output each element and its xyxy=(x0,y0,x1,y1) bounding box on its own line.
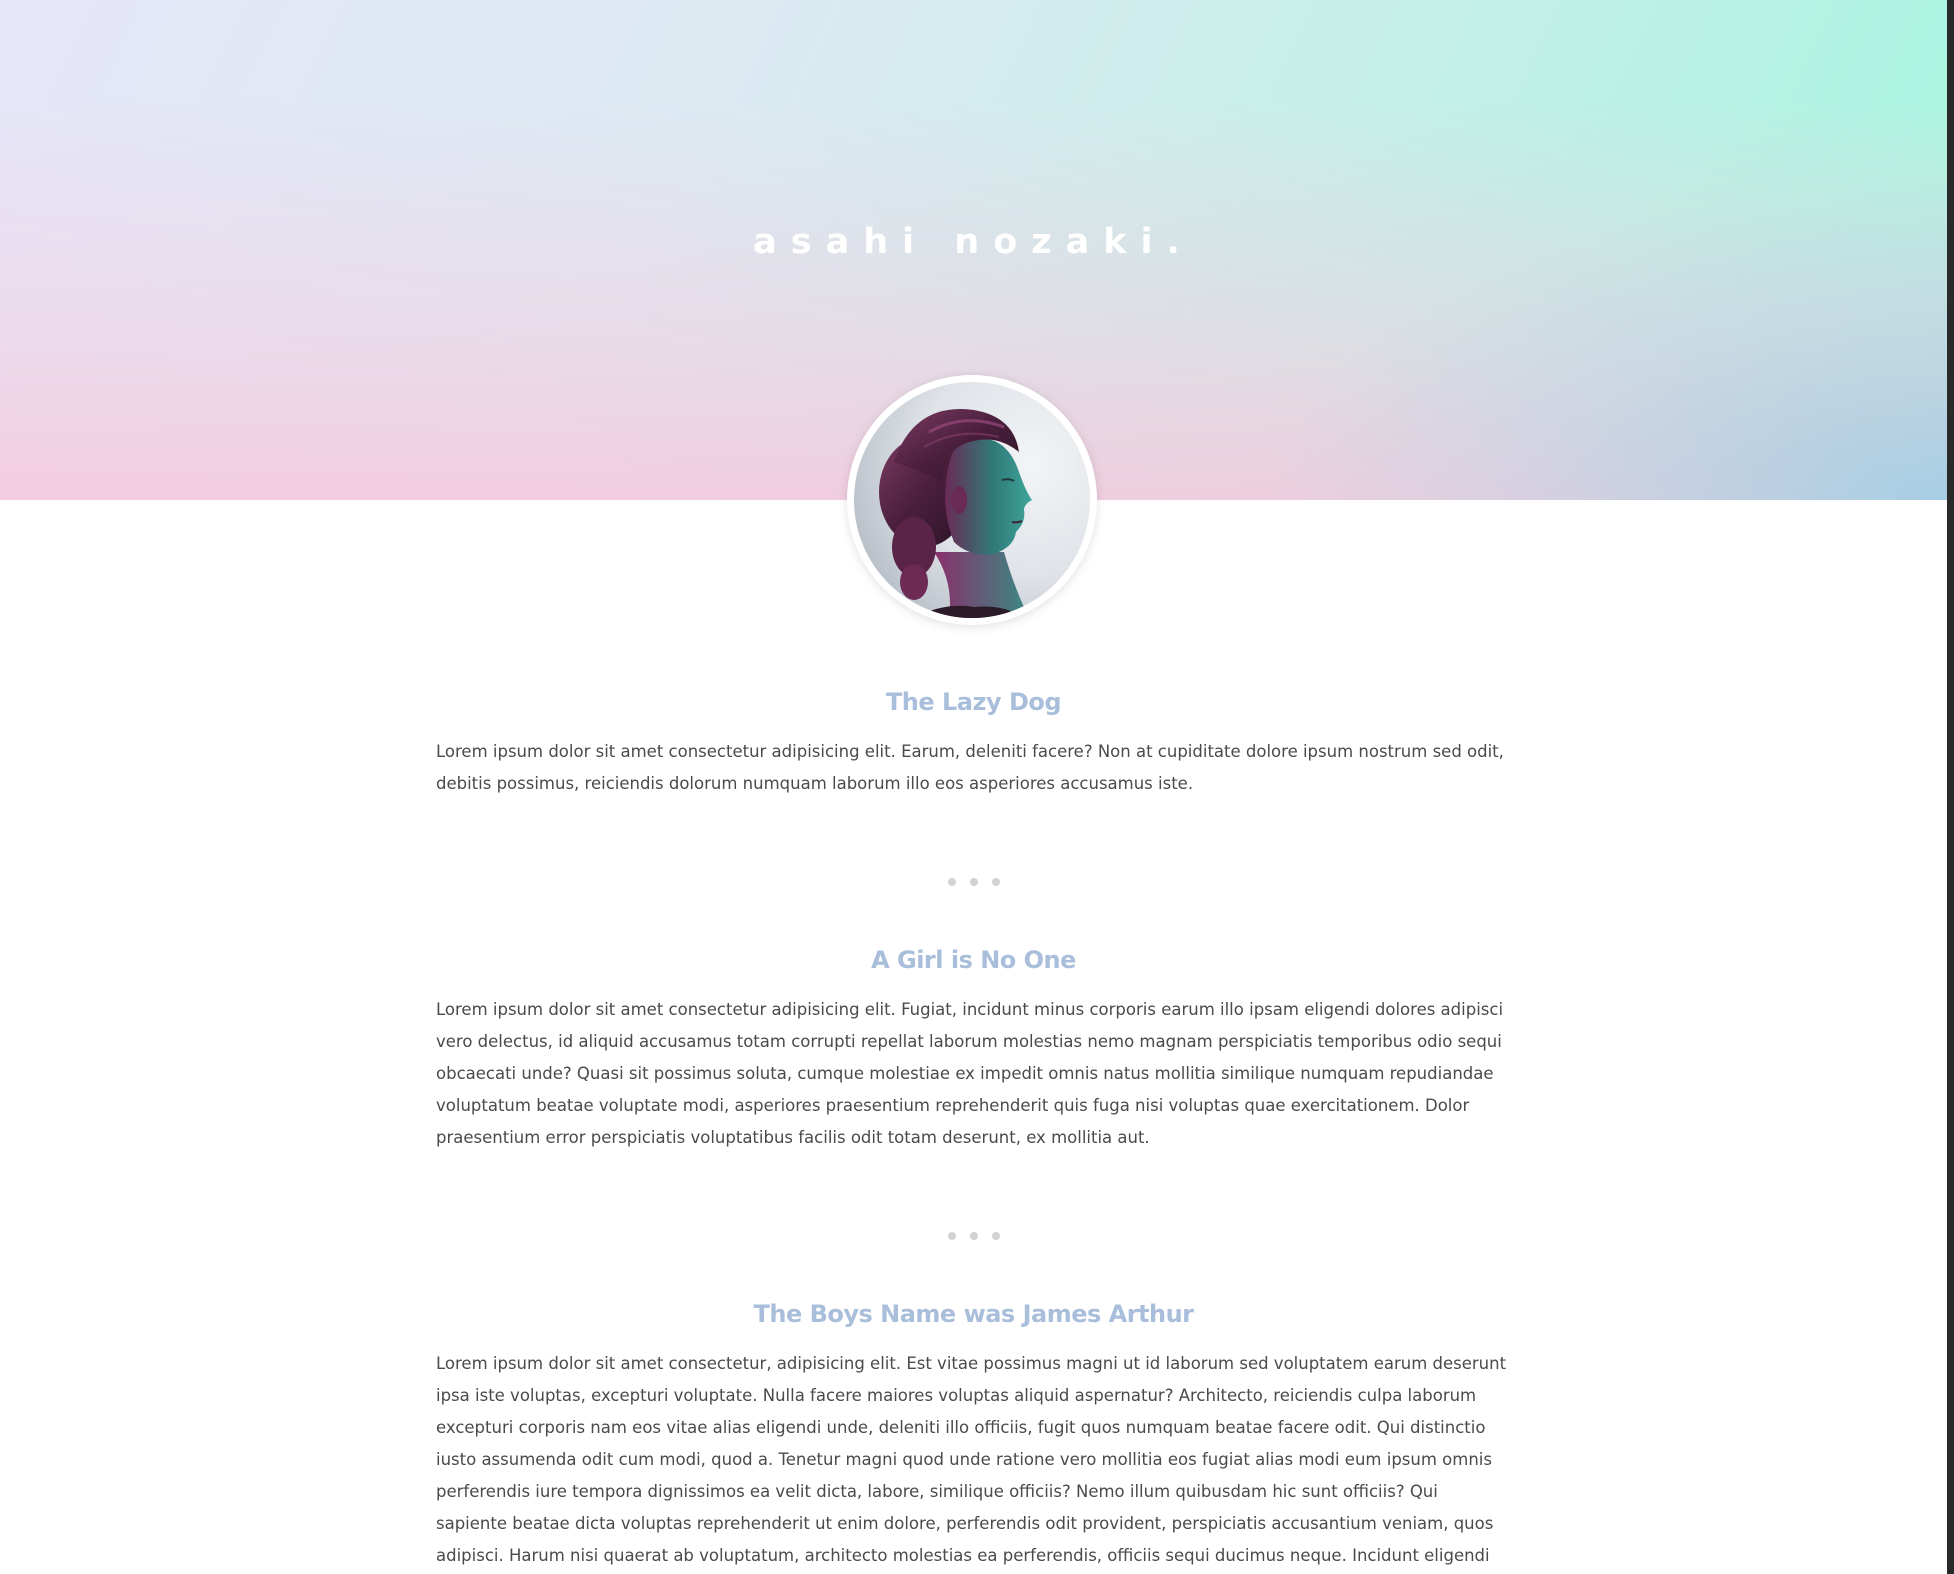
section-text: Lorem ipsum dolor sit amet consectetur a… xyxy=(436,1000,1504,1147)
separator xyxy=(436,878,1511,892)
separator-dot xyxy=(969,1232,978,1240)
section-girl-is-no-one: A Girl is No One Lorem ipsum dolor sit a… xyxy=(436,946,1511,1154)
main-content: The Lazy Dog Lorem ipsum dolor sit amet … xyxy=(436,688,1511,1574)
section-lazy-dog: The Lazy Dog Lorem ipsum dolor sit amet … xyxy=(436,688,1511,800)
section-title: The Lazy Dog xyxy=(885,688,1062,716)
page: asahi nozaki. The Lazy Dog Lorem ipsum d… xyxy=(0,0,1954,1574)
site-title: asahi nozaki. xyxy=(753,222,1194,262)
separator xyxy=(436,1232,1511,1246)
separator-dot xyxy=(947,1232,956,1240)
separator-dot xyxy=(947,878,956,886)
profile-photo-icon xyxy=(854,382,1090,618)
section-text: Lorem ipsum dolor sit amet consectetur a… xyxy=(436,742,1504,793)
section-text: Lorem ipsum dolor sit amet consectetur, … xyxy=(436,1354,1507,1565)
window-edge xyxy=(1947,0,1954,1574)
separator-dot xyxy=(969,878,978,886)
avatar xyxy=(847,375,1097,625)
separator-dot xyxy=(991,878,1000,886)
section-title: The Boys Name was James Arthur xyxy=(753,1300,1194,1328)
section-title: A Girl is No One xyxy=(871,946,1076,974)
section-james-arthur: The Boys Name was James Arthur Lorem ips… xyxy=(436,1300,1511,1574)
separator-dot xyxy=(991,1232,1000,1240)
